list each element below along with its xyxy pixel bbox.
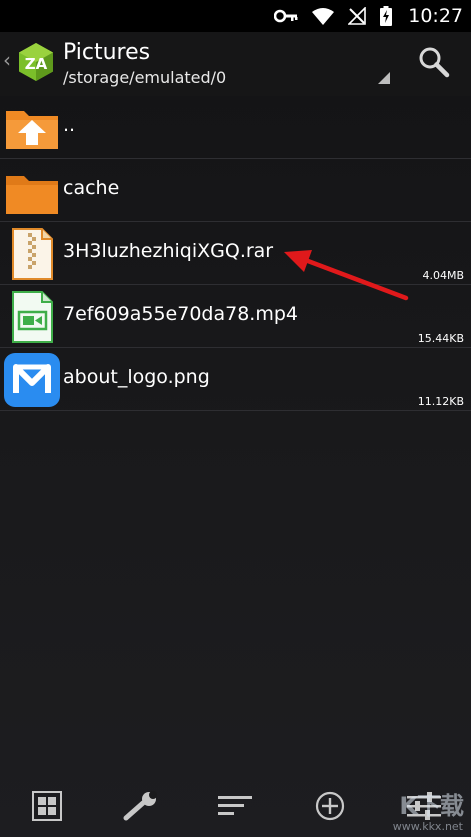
add-circle-icon <box>315 791 344 821</box>
file-name: cache <box>63 177 120 199</box>
file-size: 15.44KB <box>417 332 464 345</box>
archive-file-icon <box>12 228 53 280</box>
file-name: .. <box>63 114 76 136</box>
file-name: 7ef609a55e70da78.mp4 <box>63 303 298 325</box>
app-logo-image-icon <box>4 353 60 407</box>
file-name: 3H3luzhezhiqiXGQ.rar <box>63 240 274 262</box>
status-bar: 10:27 <box>0 0 471 32</box>
file-size: 4.04MB <box>422 269 464 282</box>
file-size: 11.12KB <box>417 395 464 408</box>
folder-title: Pictures <box>63 40 151 65</box>
add-button[interactable] <box>310 786 350 826</box>
key-icon <box>274 9 298 23</box>
tools-button[interactable] <box>121 786 161 826</box>
status-icons: 10:27 <box>274 0 463 32</box>
list-item-cache[interactable]: cache <box>0 159 471 222</box>
sort-icon <box>218 796 253 815</box>
wrench-icon <box>123 791 158 821</box>
wifi-icon <box>312 8 335 25</box>
watermark: K下载 www.kkx.net <box>349 792 469 835</box>
watermark-text: www.kkx.net <box>392 820 463 833</box>
zarchiver-logo-icon[interactable]: ZA <box>16 42 56 82</box>
svg-text:ZA: ZA <box>25 55 48 73</box>
back-chevron-icon[interactable]: ‹ <box>3 50 11 70</box>
folder-path[interactable]: /storage/emulated/0 <box>63 68 226 87</box>
search-icon[interactable] <box>418 46 450 78</box>
file-name: about_logo.png <box>63 366 210 388</box>
zarchiver-screen: 10:27 ‹ ZA Pictures /storage/emulated/0 … <box>0 0 471 837</box>
annotation-arrow-icon <box>284 250 409 301</box>
no-signal-icon <box>348 7 367 25</box>
grid-view-button[interactable] <box>27 786 67 826</box>
list-item-parent-folder[interactable]: .. <box>0 96 471 159</box>
dropdown-triangle-icon[interactable] <box>378 72 390 84</box>
list-item-image-file[interactable]: about_logo.png 11.12KB <box>0 348 471 411</box>
folder-up-icon <box>6 111 58 149</box>
grid-view-icon <box>32 791 63 821</box>
folder-icon <box>6 176 58 214</box>
sort-button[interactable] <box>215 786 255 826</box>
video-file-icon <box>12 291 53 343</box>
status-clock: 10:27 <box>408 5 463 27</box>
battery-charging-icon <box>380 6 393 26</box>
watermark-logo-icon: K下载 <box>399 792 464 820</box>
